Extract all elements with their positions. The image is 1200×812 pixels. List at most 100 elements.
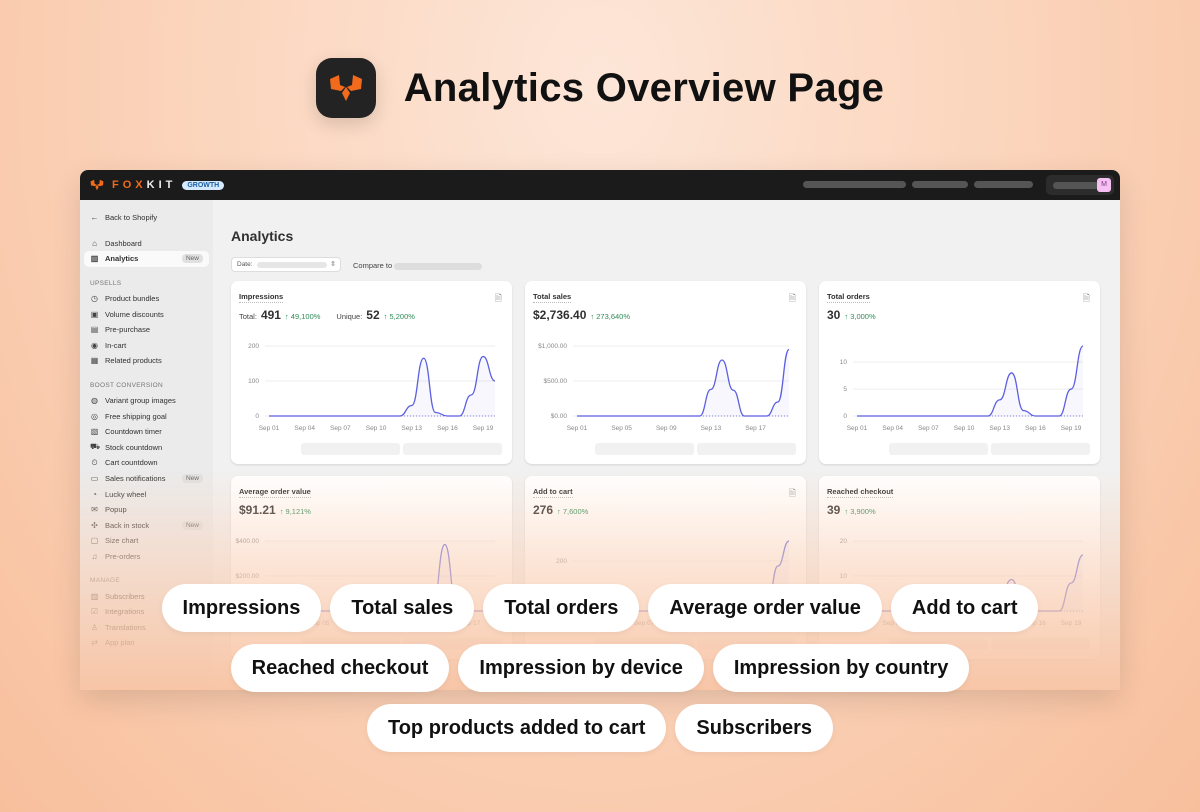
sidebar-item-sales-notifications[interactable]: ▭ Sales notifications New	[84, 471, 209, 487]
account-menu[interactable]: M	[1046, 175, 1114, 195]
sidebar-item-volume-discounts[interactable]: ▣ Volume discounts	[84, 306, 209, 322]
pill-row: Impressions Total sales Total orders Averag…	[0, 584, 1200, 632]
sidebar-item-dashboard[interactable]: ⌂ Dashboard	[84, 236, 209, 252]
legend-placeholder	[991, 443, 1090, 455]
y-tick-label: 10	[840, 573, 848, 580]
feature-icon: ▧	[90, 427, 99, 437]
x-tick-label: Sep 09	[656, 425, 677, 432]
series-line	[577, 348, 790, 417]
metric-value: 39	[827, 503, 841, 517]
bar-chart-icon: ▥	[90, 254, 99, 264]
x-tick-label: Sep 01	[259, 425, 280, 432]
card-title[interactable]: Total orders	[827, 292, 870, 303]
brand-fox: FOX	[112, 179, 147, 191]
sidebar-item-popup[interactable]: ✉ Popup	[84, 502, 209, 518]
metric-summary: $91.21 ↑ 9,121%	[239, 503, 311, 517]
x-tick-label: Sep 17	[745, 425, 766, 432]
line-chart: $0.00 $500.00 $1,000.00 Sep 01 Sep 05 Sep 09 S…	[538, 343, 790, 432]
feature-icon: ◔	[92, 489, 97, 499]
top-bar: FOXKIT GROWTH M	[80, 170, 1120, 200]
line-chart: 0 5 10 Sep 01 Sep 04 Sep 07 Sep 10 Sep 13 Sep 16…	[840, 345, 1084, 432]
export-icon[interactable]: 🗎	[789, 291, 796, 307]
series-area	[269, 356, 495, 416]
feature-icon: ♫	[91, 551, 98, 561]
metric-change: ↑ 273,640%	[590, 312, 631, 321]
card-title[interactable]: Reached checkout	[827, 487, 894, 498]
feature-pill: Top products added to cart	[366, 704, 667, 752]
x-tick-label: Sep 07	[330, 425, 351, 432]
feature-pill: Total sales	[330, 584, 475, 632]
total-label: Total:	[239, 312, 257, 321]
feature-icon: ◷	[91, 294, 98, 304]
pill-row: Reached checkout Impression by device Impr…	[0, 644, 1200, 692]
metric-value: 30	[827, 308, 841, 322]
export-icon[interactable]: 🗎	[1083, 291, 1090, 307]
feature-pill: Average order value	[648, 584, 882, 632]
metric-value: $2,736.40	[533, 308, 587, 322]
brand: FOXKIT GROWTH	[88, 179, 225, 191]
export-icon[interactable]: 🗎	[789, 486, 796, 502]
metric-value: $91.21	[239, 503, 276, 517]
sidebar-item-cart-countdown[interactable]: ⏲ Cart countdown	[84, 455, 209, 471]
metric-value: 276	[533, 503, 554, 517]
sidebar-item-in-cart[interactable]: ◉ In-cart	[84, 338, 209, 354]
card-title[interactable]: Average order value	[239, 487, 311, 498]
feature-icon: ▣	[90, 309, 99, 319]
legend-placeholder	[301, 443, 400, 455]
feature-icon: ▦	[90, 356, 99, 366]
sidebar-item-free-shipping-goal[interactable]: ◎ Free shipping goal	[84, 408, 209, 424]
x-tick-label: Sep 04	[882, 425, 903, 432]
metric-summary: 39 ↑ 3,900%	[827, 503, 876, 517]
metric-summary: 276 ↑ 7,600%	[533, 503, 588, 517]
series-line	[269, 355, 496, 417]
sidebar-item-related-products[interactable]: ▦ Related products	[84, 353, 209, 369]
y-tick-label: $1,000.00	[538, 343, 567, 350]
sidebar-item-stock-countdown[interactable]: ⛟ Stock countdown	[84, 440, 209, 456]
card-title[interactable]: Impressions	[239, 292, 284, 303]
topbar-placeholder	[974, 181, 1033, 188]
x-tick-label: Sep 19	[1061, 425, 1082, 432]
metric-change: ↑ 7,600%	[557, 507, 589, 516]
line-chart: 0 100 200 Sep 01 Sep 04 Sep 07 Sep 10 Sep 13 Sep…	[248, 343, 496, 432]
sidebar-item-countdown-timer[interactable]: ▧ Countdown timer	[84, 424, 209, 440]
unique-change: ↑ 5,200%	[383, 312, 415, 321]
new-badge: New	[181, 254, 203, 264]
sidebar-item-variant-group-images[interactable]: ◍ Variant group images	[84, 393, 209, 409]
x-tick-label: Sep 05	[611, 425, 632, 432]
metric-card-total-orders: Total orders 🗎 30 ↑ 3,000% 0 5 10 Sep 01 Sep 04 S…	[819, 281, 1100, 464]
feature-pill: Reached checkout	[230, 644, 450, 692]
account-name-placeholder	[1053, 182, 1099, 189]
page-title: Analytics	[231, 228, 294, 244]
card-title[interactable]: Add to cart	[533, 487, 573, 498]
x-tick-label: Sep 01	[847, 425, 868, 432]
brand-kit: KIT	[146, 179, 177, 191]
back-to-shopify[interactable]: ← Back to Shopify	[84, 210, 209, 226]
date-picker[interactable]: Date: ⇳	[231, 257, 341, 272]
sidebar-item-analytics[interactable]: ▥ Analytics New	[84, 251, 209, 267]
x-tick-label: Sep 13	[989, 425, 1010, 432]
sidebar-item-product-bundles[interactable]: ◷ Product bundles	[84, 291, 209, 307]
y-tick-label: 200	[248, 343, 259, 350]
pill-row: Top products added to cart Subscribers	[0, 704, 1200, 752]
sidebar-item-lucky-wheel[interactable]: ◔ Lucky wheel	[84, 486, 209, 502]
compare-to[interactable]: Compare to	[353, 261, 483, 270]
x-tick-label: Sep 13	[401, 425, 422, 432]
arrow-left-icon: ←	[90, 213, 99, 223]
unique-label: Unique:	[336, 312, 363, 321]
sidebar-item-size-chart[interactable]: ▢ Size chart	[84, 533, 209, 549]
legend-placeholder	[595, 443, 694, 455]
series-area	[577, 349, 789, 416]
feature-icon: ⛟	[90, 442, 101, 452]
metric-summary: 30 ↑ 3,000%	[827, 308, 876, 322]
feature-pill: Impression by country	[712, 644, 970, 692]
metric-change: ↑ 9,121%	[279, 507, 311, 516]
sidebar-item-pre-purchase[interactable]: ▤ Pre-purchase	[84, 322, 209, 338]
card-title[interactable]: Total sales	[533, 292, 572, 303]
sidebar-item-back-in-stock[interactable]: ✣ Back in stock New	[84, 518, 209, 534]
sidebar-item-pre-orders[interactable]: ♫ Pre-orders	[84, 549, 209, 565]
feature-icon: ◉	[91, 340, 98, 350]
export-icon[interactable]: 🗎	[495, 291, 502, 307]
home-icon: ⌂	[92, 238, 97, 248]
x-tick-label: Sep 04	[294, 425, 315, 432]
y-tick-label: 100	[248, 378, 259, 385]
